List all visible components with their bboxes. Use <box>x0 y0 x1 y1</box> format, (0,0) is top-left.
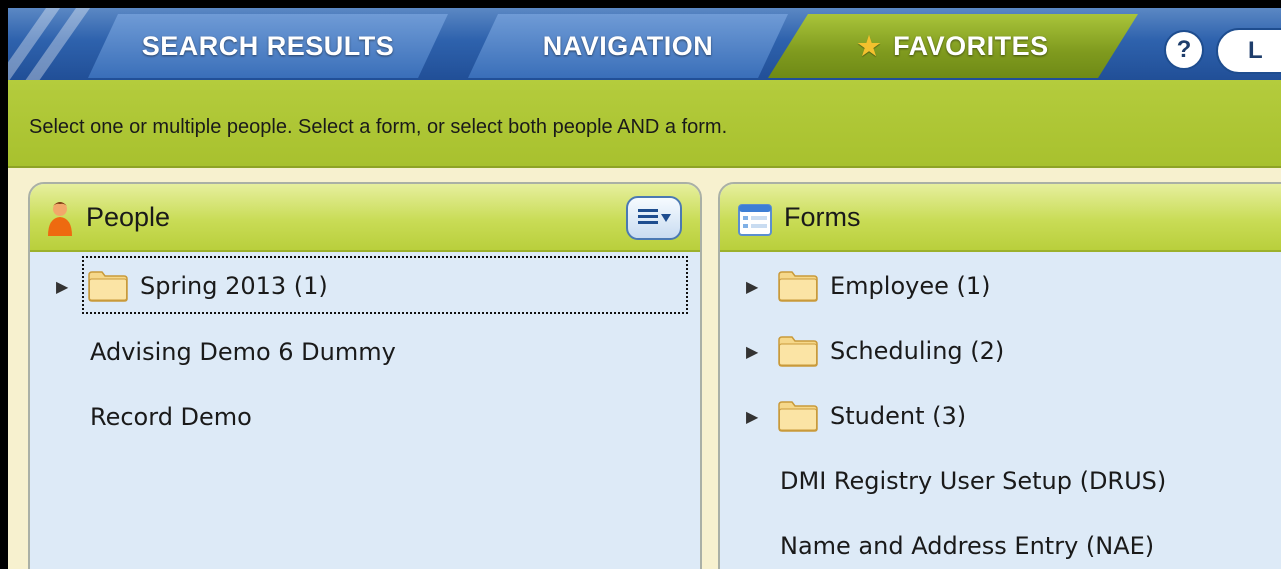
star-icon: ★ <box>857 30 882 61</box>
list-item[interactable]: Record Demo <box>90 389 252 445</box>
tab-bar: SEARCH RESULTS NAVIGATION ★ FAVORITES ? … <box>8 8 1281 80</box>
help-button[interactable]: ? <box>1164 30 1204 70</box>
forms-folder-label: Student (3) <box>830 402 967 430</box>
forms-panel-title: Forms <box>784 201 861 232</box>
tab-navigation-label: NAVIGATION <box>542 30 714 61</box>
forms-panel-header: Forms <box>720 184 1281 252</box>
list-item[interactable]: DMI Registry User Setup (DRUS) <box>780 453 1166 509</box>
instruction-text: Select one or multiple people. Select a … <box>29 116 728 138</box>
people-panel: People ▶ Spring 2013 (1) Advising Demo 6… <box>28 182 702 569</box>
app-window: SEARCH RESULTS NAVIGATION ★ FAVORITES ? … <box>8 8 1281 569</box>
people-folder-label: Spring 2013 (1) <box>140 272 328 300</box>
triangle-right-icon[interactable]: ▶ <box>746 407 764 426</box>
tab-favorites[interactable]: ★ FAVORITES <box>768 14 1138 78</box>
people-folder-row[interactable]: ▶ Spring 2013 (1) <box>56 258 328 314</box>
people-item-label: Record Demo <box>90 403 252 431</box>
people-panel-title: People <box>86 201 171 232</box>
login-button-label: L <box>1248 37 1263 64</box>
forms-folder-label: Scheduling (2) <box>830 337 1005 365</box>
list-menu-icon <box>638 209 671 224</box>
forms-panel: Forms ▶ Employee (1) ▶ Scheduling (2) ▶ … <box>718 182 1281 569</box>
tab-favorites-label: FAVORITES <box>893 30 1049 61</box>
triangle-right-icon[interactable]: ▶ <box>56 277 74 296</box>
person-icon <box>48 202 72 236</box>
tab-search-results[interactable]: SEARCH RESULTS <box>88 14 448 78</box>
triangle-right-icon[interactable]: ▶ <box>746 342 764 361</box>
folder-icon <box>778 271 818 302</box>
forms-folder-row[interactable]: ▶ Student (3) <box>746 388 966 444</box>
folder-icon <box>778 336 818 367</box>
forms-folder-row[interactable]: ▶ Employee (1) <box>746 258 991 314</box>
login-button[interactable]: L <box>1216 28 1281 74</box>
list-item[interactable]: Advising Demo 6 Dummy <box>90 324 396 380</box>
forms-item-label: DMI Registry User Setup (DRUS) <box>780 467 1167 495</box>
help-button-label: ? <box>1176 36 1192 63</box>
tab-search-results-label: SEARCH RESULTS <box>141 30 395 61</box>
folder-icon <box>88 271 128 302</box>
folder-icon <box>778 401 818 432</box>
people-item-label: Advising Demo 6 Dummy <box>90 338 396 366</box>
people-panel-header: People <box>30 184 700 252</box>
tab-navigation[interactable]: NAVIGATION <box>468 14 788 78</box>
forms-folder-label: Employee (1) <box>830 272 991 300</box>
form-list-icon <box>738 204 772 236</box>
forms-folder-row[interactable]: ▶ Scheduling (2) <box>746 323 1004 379</box>
list-item[interactable]: Name and Address Entry (NAE) <box>780 518 1154 569</box>
instruction-bar: Select one or multiple people. Select a … <box>8 80 1281 168</box>
people-menu-button[interactable] <box>626 196 682 240</box>
forms-item-label: Name and Address Entry (NAE) <box>780 532 1155 560</box>
triangle-right-icon[interactable]: ▶ <box>746 277 764 296</box>
